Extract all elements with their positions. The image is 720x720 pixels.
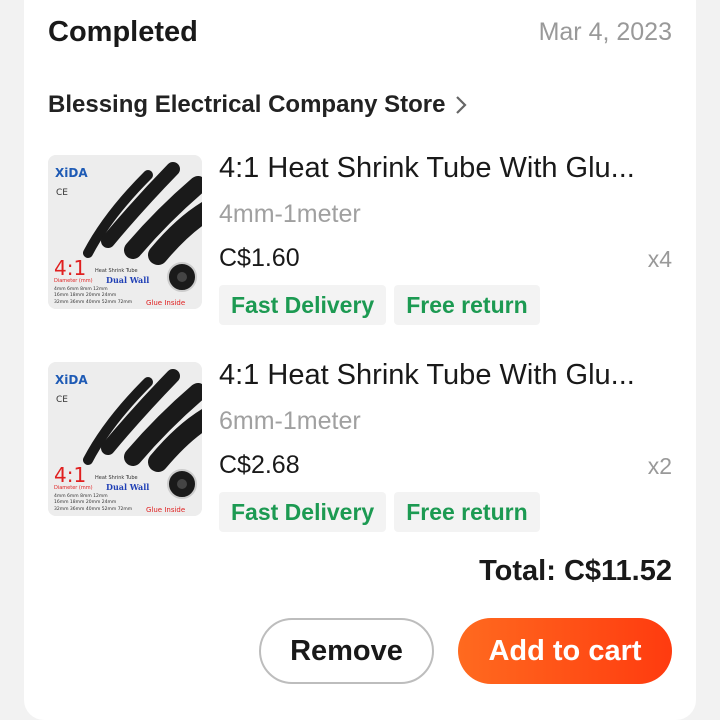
thumb-sizes-row3: 32mm 36mm 40mm 52mm 72mm	[54, 506, 132, 512]
thumb-brand: XiDA	[55, 373, 88, 387]
thumb-diameter-label: Diameter (mm)	[54, 485, 93, 491]
thumb-sizes-row3: 32mm 36mm 40mm 52mm 72mm	[54, 299, 132, 305]
item-tags: Fast Delivery Free return	[219, 285, 540, 325]
product-thumbnail[interactable]: XiDA CE 4:1 Heat Shrink Tube Diameter (m…	[48, 155, 202, 309]
thumb-glue: Glue Inside	[146, 506, 185, 514]
thumb-wall: Dual Wall	[106, 275, 149, 285]
thumb-label: Heat Shrink Tube	[95, 475, 138, 481]
thumb-sizes-row1: 4mm 6mm 8mm 12mm	[54, 286, 108, 292]
tag-fast-delivery: Fast Delivery	[219, 492, 387, 532]
add-to-cart-button[interactable]: Add to cart	[458, 618, 672, 684]
tag-fast-delivery: Fast Delivery	[219, 285, 387, 325]
item-price: C$2.68	[219, 451, 300, 479]
thumb-sizes-row2: 16mm 18mm 20mm 24mm	[54, 499, 116, 505]
thumb-sizes-row1: 4mm 6mm 8mm 12mm	[54, 493, 108, 499]
order-date: Mar 4, 2023	[538, 17, 672, 46]
order-header: Completed Mar 4, 2023	[48, 12, 672, 52]
thumb-wall: Dual Wall	[106, 482, 149, 492]
store-name: Blessing Electrical Company Store	[48, 91, 446, 118]
ce-mark: CE	[56, 395, 68, 405]
item-variant: 6mm-1meter	[219, 407, 361, 435]
item-info: 4:1 Heat Shrink Tube With Glu... 4mm-1me…	[219, 152, 672, 332]
tag-free-return: Free return	[394, 285, 540, 325]
thumb-label: Heat Shrink Tube	[95, 268, 138, 274]
item-variant: 4mm-1meter	[219, 200, 361, 228]
product-thumbnail[interactable]: XiDA CE 4:1 Heat Shrink Tube Diameter (m…	[48, 362, 202, 516]
item-quantity: x4	[647, 246, 672, 272]
order-status: Completed	[48, 15, 198, 48]
thumb-sizes-row2: 16mm 18mm 20mm 24mm	[54, 292, 116, 298]
item-title[interactable]: 4:1 Heat Shrink Tube With Glu...	[219, 152, 672, 188]
chevron-right-icon	[451, 93, 471, 117]
remove-button[interactable]: Remove	[259, 618, 434, 684]
item-title[interactable]: 4:1 Heat Shrink Tube With Glu...	[219, 359, 672, 395]
item-tags: Fast Delivery Free return	[219, 492, 540, 532]
thumb-diameter-label: Diameter (mm)	[54, 278, 93, 284]
order-item[interactable]: XiDA CE 4:1 Heat Shrink Tube Diameter (m…	[48, 152, 672, 332]
thumb-ratio: 4:1	[54, 256, 86, 280]
item-info: 4:1 Heat Shrink Tube With Glu... 6mm-1me…	[219, 359, 672, 539]
item-quantity: x2	[647, 453, 672, 479]
item-price: C$1.60	[219, 244, 300, 272]
thumb-brand: XiDA	[55, 166, 88, 180]
tag-free-return: Free return	[394, 492, 540, 532]
order-total: Total: C$11.52	[479, 555, 672, 587]
thumb-glue: Glue Inside	[146, 299, 185, 307]
thumb-ratio: 4:1	[54, 463, 86, 487]
store-link[interactable]: Blessing Electrical Company Store	[48, 88, 471, 122]
ce-mark: CE	[56, 188, 68, 198]
order-item[interactable]: XiDA CE 4:1 Heat Shrink Tube Diameter (m…	[48, 359, 672, 539]
